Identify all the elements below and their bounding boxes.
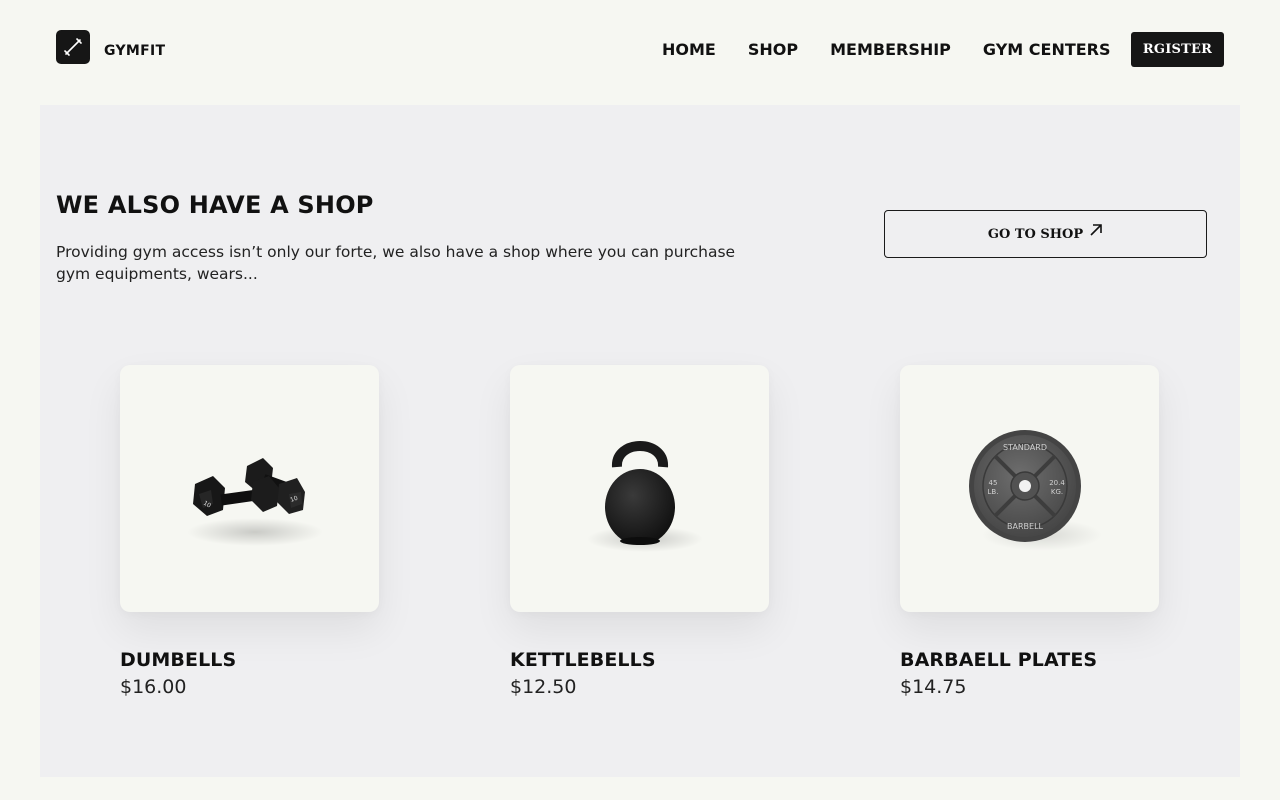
logo-icon (56, 30, 90, 64)
plate-text-lb-value: 45 (988, 479, 997, 487)
brand-name: GYMFIT (104, 43, 166, 59)
go-to-shop-button[interactable]: GO TO SHOP (884, 210, 1207, 258)
plate-text-kg-unit: KG. (1050, 488, 1062, 496)
nav-membership[interactable]: MEMBERSHIP (830, 40, 951, 59)
shop-section: WE ALSO HAVE A SHOP Providing gym access… (40, 105, 1240, 777)
product-name: KETTLEBELLS (510, 649, 656, 671)
product-name: DUMBELLS (120, 649, 237, 671)
plate-text-bottom: BARBELL (1007, 522, 1044, 531)
go-to-shop-label: GO TO SHOP (987, 226, 1084, 242)
plate-text-kg-value: 20.4 (1049, 479, 1065, 487)
product-card-kettlebells[interactable]: KETTLEBELLS $12.50 (510, 365, 770, 698)
brand-logo[interactable]: GYMFIT (56, 30, 165, 64)
product-card-dumbells[interactable]: 10 10 DUMBELLS $16.00 (120, 365, 380, 698)
product-name: BARBAELL PLATES (900, 649, 1098, 671)
nav-shop[interactable]: SHOP (748, 40, 798, 59)
site-header: GYMFIT HOME SHOP MEMBERSHIP GYM CENTERS … (0, 0, 1280, 100)
product-image-card[interactable]: 10 10 (120, 365, 379, 612)
product-image-card[interactable] (510, 365, 769, 612)
register-button[interactable]: RGISTER (1131, 32, 1224, 67)
product-price: $12.50 (510, 676, 577, 698)
plate-text-top: STANDARD (1002, 443, 1046, 452)
product-price: $16.00 (120, 676, 187, 698)
barbell-plate-image: STANDARD BARBELL 45 LB. 20.4 KG. (968, 429, 1102, 551)
section-title: WE ALSO HAVE A SHOP (56, 191, 374, 219)
dumbbells-image: 10 10 (186, 457, 323, 546)
kettlebell-image (586, 440, 703, 552)
arrow-up-right-icon (1089, 223, 1103, 237)
main-nav: HOME SHOP MEMBERSHIP GYM CENTERS (662, 40, 1143, 59)
product-card-barbell-plates[interactable]: STANDARD BARBELL 45 LB. 20.4 KG. BARBAEL… (900, 365, 1160, 698)
plate-text-lb-unit: LB. (987, 488, 998, 496)
section-description: Providing gym access isn’t only our fort… (56, 243, 736, 283)
nav-home[interactable]: HOME (662, 40, 716, 59)
nav-gym-centers[interactable]: GYM CENTERS (983, 40, 1111, 59)
product-price: $14.75 (900, 676, 967, 698)
product-image-card[interactable]: STANDARD BARBELL 45 LB. 20.4 KG. (900, 365, 1159, 612)
